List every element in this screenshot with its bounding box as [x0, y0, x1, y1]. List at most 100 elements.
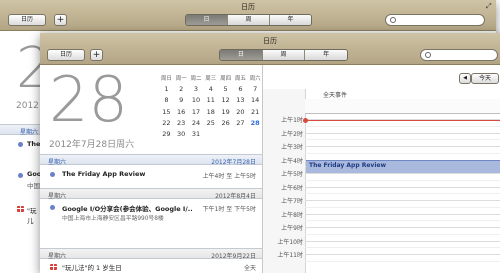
section-bar-aug4: 星期六 2012年8月4日	[40, 188, 262, 200]
day-cell[interactable]: 31	[189, 130, 204, 141]
day-cell[interactable]: 8	[159, 96, 174, 107]
search-icon	[425, 52, 431, 58]
section-date: 2012年8月4日	[215, 192, 256, 200]
day-cell[interactable]: 21	[248, 108, 263, 119]
hour-label: 上午10时	[277, 238, 303, 246]
section-bar-jul28: 星期六 2012年7月28日	[40, 154, 262, 166]
back-event-3: "玩儿	[27, 207, 37, 225]
day-cell[interactable]: 17	[189, 108, 204, 119]
window-title: 日历	[263, 37, 277, 45]
add-event-button[interactable]: +	[90, 49, 103, 61]
day-cell[interactable]: 2	[174, 85, 189, 96]
day-cell[interactable]: 19	[218, 108, 233, 119]
section-day: 星期六	[48, 192, 67, 200]
section-day: 星期六	[48, 158, 67, 166]
all-day-row[interactable]	[305, 99, 500, 114]
day-cell[interactable]: 4	[203, 85, 218, 96]
event-row[interactable]: The Friday App Review 上午4时 至 上午5时	[40, 166, 262, 188]
hour-label: 上午8时	[281, 211, 303, 219]
event-location: 中国上海市上海静安区昌平路990号8楼	[62, 216, 164, 222]
search-field[interactable]	[420, 49, 498, 61]
back-toolbar: 日历 日历 + 日 周 年 ⤢	[0, 0, 496, 31]
day-grid: 全天事件 上午1时 上午2时 上午3时 上午4时 上午5时 上午6时 上午7时 上午8时 上午9…	[263, 89, 500, 273]
prev-day-button[interactable]: ◀	[459, 73, 471, 84]
back-tab-day[interactable]: 日	[186, 15, 227, 25]
day-view-event[interactable]: The Friday App Review	[306, 159, 500, 173]
day-cell[interactable]: 1	[159, 85, 174, 96]
day-cell-today[interactable]: 28	[248, 119, 263, 130]
calendar-window: 日历 日历 + 日 周 年 28 2012年7月28日周六 周日 周一 周二 周…	[40, 33, 500, 273]
day-cell[interactable]: 18	[203, 108, 218, 119]
weekday-wed: 周三	[205, 76, 217, 82]
day-cell[interactable]: 13	[233, 96, 248, 107]
half-hour-line	[305, 233, 500, 235]
half-hour-line	[305, 179, 500, 181]
view-switcher[interactable]: 日 周 年	[219, 49, 348, 61]
tab-year[interactable]: 年	[304, 50, 347, 60]
day-cell[interactable]: 29	[159, 130, 174, 141]
current-time-line	[305, 119, 500, 121]
day-cell[interactable]: 10	[189, 96, 204, 107]
half-hour-line	[305, 206, 500, 208]
event-title: "玩儿法"的 1 岁生日	[62, 264, 122, 272]
hour-line	[305, 173, 500, 174]
tab-day[interactable]: 日	[220, 50, 262, 60]
left-pane: 28 2012年7月28日周六 周日 周一 周二 周三 周四 周五 周六 1 2…	[40, 65, 262, 273]
day-cell[interactable]: 7	[248, 85, 263, 96]
day-cell[interactable]: 24	[189, 119, 204, 130]
event-title: Google I/O分享会(参会体验、Google I/...	[62, 205, 192, 213]
day-cell[interactable]: 27	[233, 119, 248, 130]
back-search-field[interactable]	[385, 14, 485, 26]
event-row[interactable]: "玩儿法"的 1 岁生日 全天	[40, 260, 262, 273]
hour-line	[305, 132, 500, 134]
day-cell[interactable]: 25	[203, 119, 218, 130]
day-cell[interactable]: 26	[218, 119, 233, 130]
back-view-switcher[interactable]: 日 周 年	[185, 14, 312, 26]
event-time: 上午4时 至 上午5时	[202, 173, 256, 180]
day-cell[interactable]: 23	[174, 119, 189, 130]
mini-calendar: 周日 周一 周二 周三 周四 周五 周六 1 2 3 4 5 6 7 8 9 1…	[159, 74, 263, 141]
hour-label: 上午3时	[281, 144, 303, 151]
back-add-button[interactable]: +	[54, 14, 67, 26]
day-cell[interactable]: 12	[218, 96, 233, 107]
day-cell[interactable]: 20	[233, 108, 248, 119]
day-cell[interactable]: 5	[218, 85, 233, 96]
back-tab-week[interactable]: 周	[227, 15, 269, 25]
fullscreen-icon[interactable]: ⤢	[486, 3, 493, 10]
hour-line	[305, 146, 500, 147]
hour-rows: 上午1时 上午2时 上午3时 上午4时 上午5时 上午6时 上午7时 上午8时 上午9时 上午10…	[263, 113, 500, 273]
half-hour-line	[305, 139, 500, 141]
day-cell[interactable]: 6	[233, 85, 248, 96]
tab-week[interactable]: 周	[261, 50, 305, 60]
hour-line	[305, 254, 500, 255]
section-date: 2012年9月22日	[211, 252, 256, 260]
day-cell[interactable]: 22	[159, 119, 174, 130]
day-cell[interactable]: 11	[203, 96, 218, 107]
calendar-color-dot	[50, 205, 55, 210]
day-cell[interactable]: 3	[189, 85, 204, 96]
hour-label: 上午5时	[281, 171, 303, 178]
today-button[interactable]: 今天	[471, 73, 499, 84]
back-event-dot-2	[18, 173, 23, 178]
all-day-label: 全天事件	[323, 92, 348, 99]
event-row[interactable]: Google I/O分享会(参会体验、Google I/... 下午1时 至 下…	[40, 200, 262, 226]
back-tab-year[interactable]: 年	[269, 15, 311, 25]
current-time-dot	[303, 117, 308, 123]
day-cell[interactable]: 16	[174, 108, 189, 119]
back-left-pane: 2 2012 星期六 The Goo 中国 "玩儿	[0, 31, 52, 273]
toolbar: 日历 日历 + 日 周 年	[40, 33, 500, 65]
back-year-partial: 2012	[16, 101, 39, 111]
calendar-list-button[interactable]: 日历	[47, 49, 85, 61]
half-hour-line	[305, 152, 500, 154]
hour-line	[305, 227, 500, 228]
hour-label: 上午7时	[281, 198, 303, 205]
hour-label: 上午4时	[281, 157, 303, 165]
day-cell[interactable]: 30	[174, 130, 189, 141]
hour-line	[305, 186, 500, 188]
back-calendar-button[interactable]: 日历	[8, 14, 46, 26]
day-cell[interactable]: 9	[174, 96, 189, 107]
day-cell[interactable]: 14	[248, 96, 263, 107]
day-cell[interactable]: 15	[159, 108, 174, 119]
back-section-label: 星期六	[20, 128, 39, 136]
back-section-bar: 星期六	[0, 124, 40, 136]
